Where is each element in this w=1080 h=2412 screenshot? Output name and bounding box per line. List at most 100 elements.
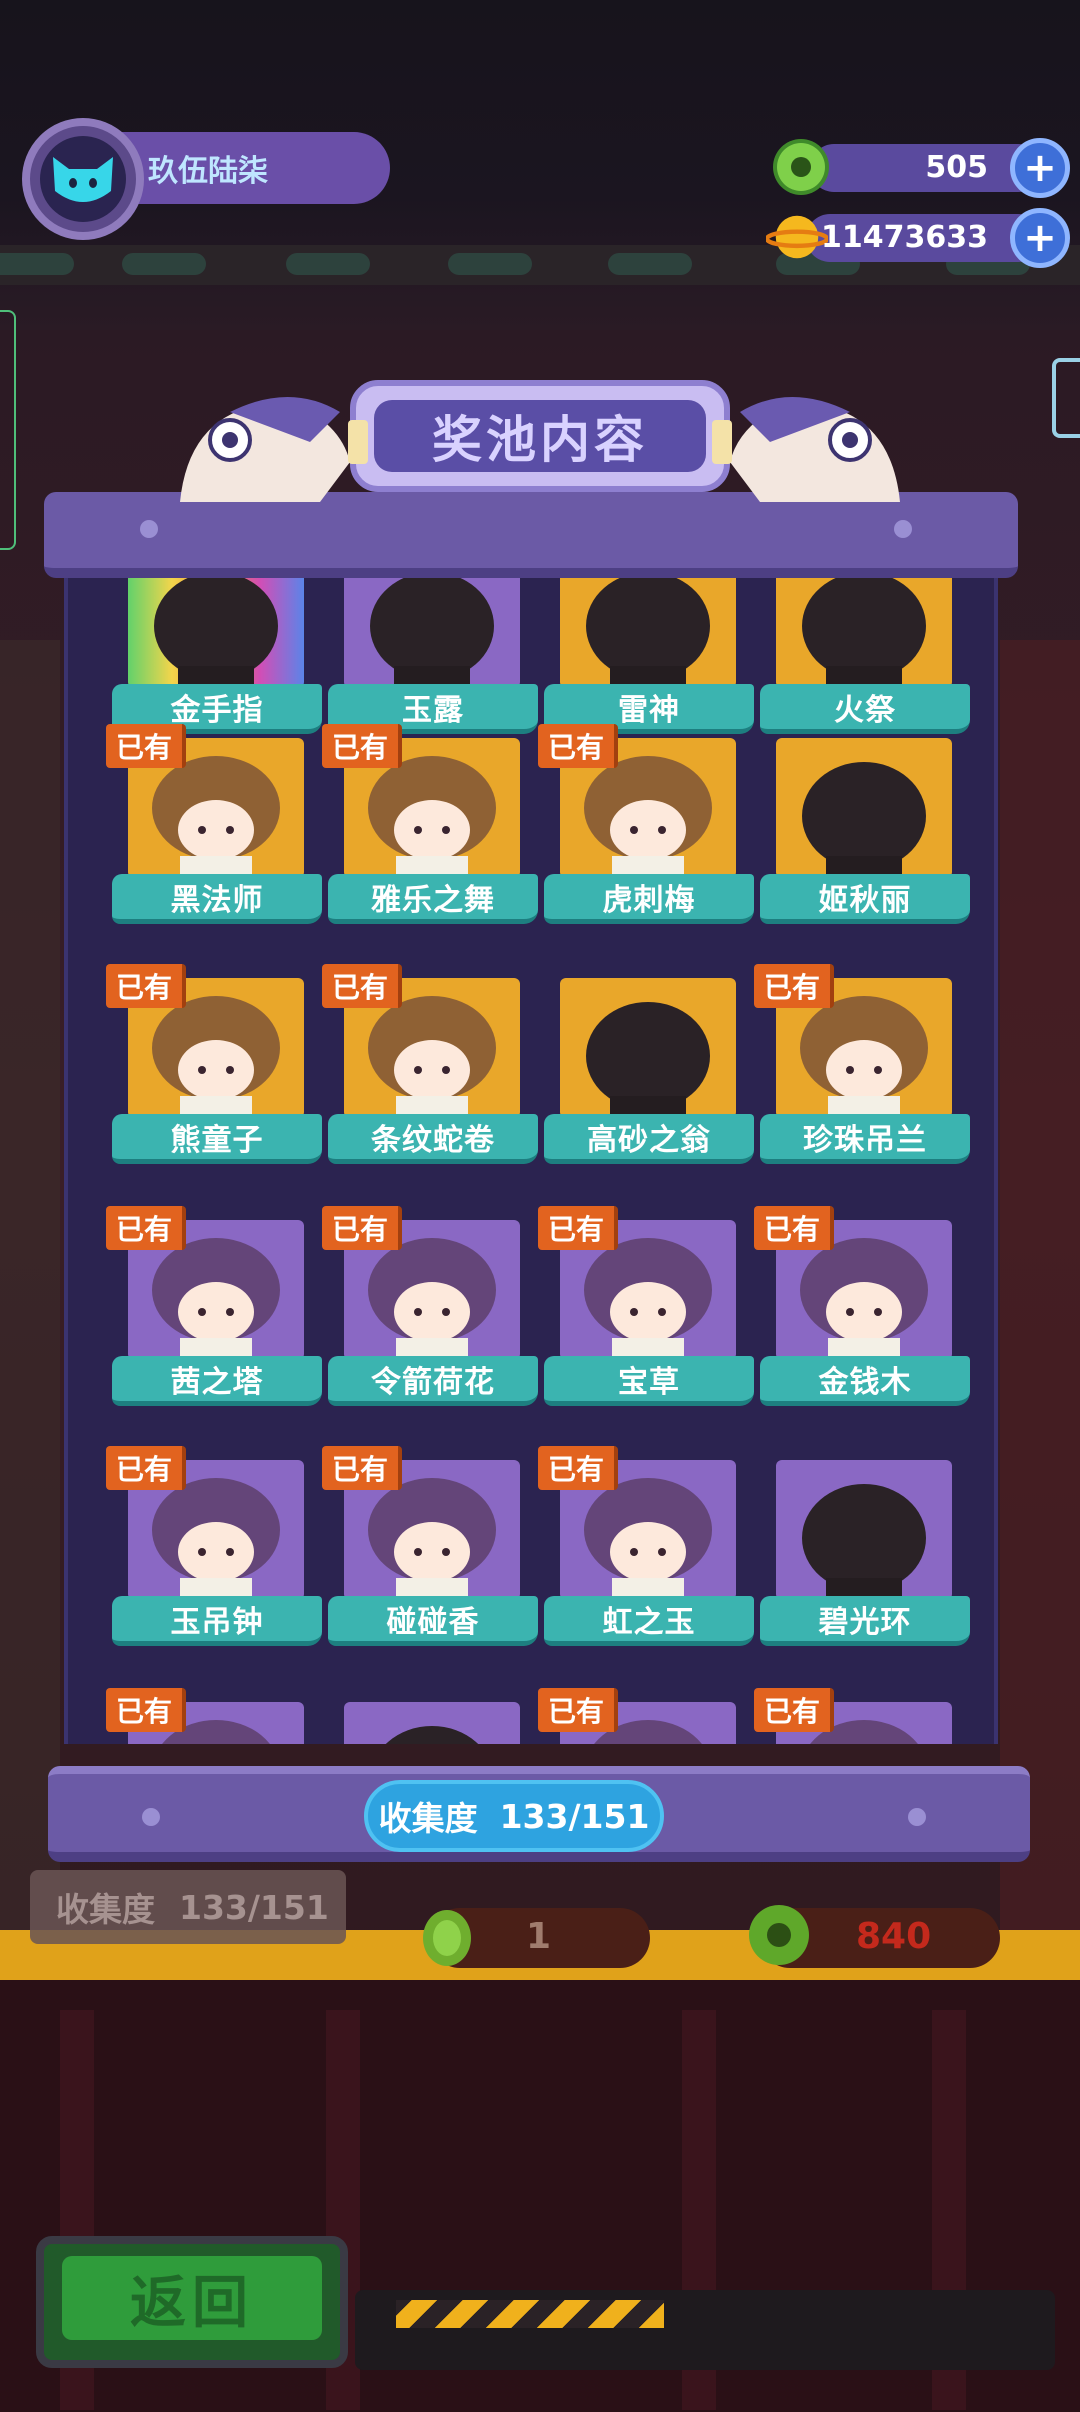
side-tab-left: [0, 310, 16, 550]
character-name-label: 碰碰香: [328, 1596, 538, 1646]
character-portrait: [128, 578, 304, 688]
owned-badge: 已有: [106, 964, 186, 1008]
character-name-label: 雅乐之舞: [328, 874, 538, 924]
prize-card[interactable]: 已有玉吊钟: [106, 1446, 322, 1660]
character-name-label: 姬秋丽: [760, 874, 970, 924]
prize-card[interactable]: 已有宝草: [538, 1206, 754, 1420]
prize-row: 已有 茜之塔 已有 令箭荷花 已有 宝草 已有 金钱木: [68, 1206, 994, 1420]
prize-card[interactable]: 已有: [538, 1688, 754, 1744]
character-name-label: 条纹蛇卷: [328, 1114, 538, 1164]
add-donut-button[interactable]: +: [1010, 138, 1070, 198]
prize-card[interactable]: 已有珍珠吊兰: [754, 964, 970, 1178]
character-name-label: 高砂之翁: [544, 1114, 754, 1164]
character-name-label: 茜之塔: [112, 1356, 322, 1406]
avatar[interactable]: [22, 118, 144, 240]
prize-card[interactable]: 已有茜之塔: [106, 1206, 322, 1420]
collection-progress: 收集度 133/151: [364, 1780, 664, 1852]
character-name-label: 令箭荷花: [328, 1356, 538, 1406]
owned-badge: 已有: [754, 1206, 834, 1250]
plant-character-icon: [802, 578, 926, 688]
fish-ornament-left-icon: [180, 397, 350, 502]
prize-card[interactable]: 已有黑法师: [106, 724, 322, 938]
background-collection-label: 收集度 133/151: [30, 1870, 346, 1944]
plant-character-icon: [802, 762, 926, 878]
share-icon[interactable]: [1052, 358, 1080, 438]
character-portrait: [344, 1702, 520, 1744]
character-portrait: [776, 738, 952, 878]
prize-row: 已有 玉吊钟 已有 碰碰香 已有 虹之玉 碧光环: [68, 1446, 994, 1660]
golden-planet-coin-icon: [766, 215, 828, 259]
character-name-label: 虹之玉: [544, 1596, 754, 1646]
plant-character-icon: [370, 578, 494, 688]
plant-character-icon: [586, 578, 710, 688]
character-name-label: 金钱木: [760, 1356, 970, 1406]
character-name-label: 黑法师: [112, 874, 322, 924]
prize-card[interactable]: 已有熊童子: [106, 964, 322, 1178]
prize-card[interactable]: 金手指: [112, 578, 322, 748]
fish-ornament-right-icon: [730, 397, 900, 502]
prize-card[interactable]: 已有虎刺梅: [538, 724, 754, 938]
character-name-label: 虎刺梅: [544, 874, 754, 924]
character-name-label: 火祭: [760, 684, 970, 734]
player-name: 玖伍陆柒: [148, 154, 268, 189]
character-portrait: [560, 978, 736, 1118]
owned-badge: 已有: [538, 1206, 618, 1250]
green-donut-coin-icon: [749, 1905, 809, 1965]
prize-row: 已有 已有 已有: [68, 1688, 994, 1744]
owned-badge: 已有: [106, 724, 186, 768]
plant-character-icon: [154, 578, 278, 688]
prize-card[interactable]: 已有碰碰香: [322, 1446, 538, 1660]
prize-card[interactable]: 已有: [754, 1688, 970, 1744]
owned-badge: 已有: [322, 964, 402, 1008]
prize-card[interactable]: 雷神: [544, 578, 754, 748]
add-planet-coin-button[interactable]: +: [1010, 208, 1070, 268]
owned-badge: 已有: [322, 1446, 402, 1490]
prize-card[interactable]: 碧光环: [760, 1460, 970, 1660]
back-button[interactable]: 返回: [36, 2236, 348, 2368]
currency-planet: 11473633 +: [766, 208, 1070, 268]
prize-card[interactable]: 高砂之翁: [544, 978, 754, 1178]
prize-row: 已有 熊童子 已有 条纹蛇卷 高砂之翁 已有 珍珠吊兰: [68, 964, 994, 1178]
plant-character-icon: [385, 1726, 479, 1744]
green-donut-coin-icon: [773, 139, 829, 195]
hazard-stripe: [396, 2300, 664, 2328]
prize-card[interactable]: 已有令箭荷花: [322, 1206, 538, 1420]
owned-badge: 已有: [538, 1446, 618, 1490]
background-price-single: 1: [423, 1908, 650, 1968]
prize-card[interactable]: 已有虹之玉: [538, 1446, 754, 1660]
prize-card[interactable]: 已有雅乐之舞: [322, 724, 538, 938]
prize-card[interactable]: 已有条纹蛇卷: [322, 964, 538, 1178]
panel-title-banner: 奖池内容: [180, 372, 900, 502]
character-name-label: 玉吊钟: [112, 1596, 322, 1646]
character-name-label: 熊童子: [112, 1114, 322, 1164]
prize-card[interactable]: 火祭: [760, 578, 970, 748]
owned-badge: 已有: [106, 1206, 186, 1250]
background-shelf-left: [0, 640, 60, 1940]
character-portrait: [776, 1460, 952, 1600]
cactus-coin-icon: [423, 1910, 471, 1966]
collection-label: 收集度: [378, 1799, 478, 1838]
owned-badge: 已有: [754, 1688, 834, 1732]
prize-card[interactable]: 玉露: [328, 578, 538, 748]
panel-title: 奖池内容: [432, 411, 648, 469]
character-name-label: 宝草: [544, 1356, 754, 1406]
prize-card[interactable]: 姬秋丽: [760, 738, 970, 938]
owned-badge: 已有: [106, 1688, 186, 1732]
owned-badge: 已有: [322, 1206, 402, 1250]
character-name-label: 碧光环: [760, 1596, 970, 1646]
player-profile[interactable]: 玖伍陆柒: [22, 118, 392, 240]
owned-badge: 已有: [538, 724, 618, 768]
prize-row: 已有 黑法师 已有 雅乐之舞 已有 虎刺梅 姬秋丽: [68, 724, 994, 938]
background-shelf-right: [1000, 640, 1080, 1940]
owned-badge: 已有: [106, 1446, 186, 1490]
prize-card[interactable]: [328, 1702, 538, 1744]
owned-badge: 已有: [754, 964, 834, 1008]
cat-avatar-icon: [53, 157, 113, 202]
prize-pool-grid[interactable]: 金手指 玉露 雷神 火祭 已有 黑法师 已有 雅乐之舞 已有 虎刺梅 姬秋丽 已有 熊童子 已有 条纹蛇卷高…: [64, 578, 998, 1744]
character-portrait: [344, 578, 520, 688]
prize-card[interactable]: 已有金钱木: [754, 1206, 970, 1420]
character-name-label: 珍珠吊兰: [760, 1114, 970, 1164]
prize-card[interactable]: 已有: [106, 1688, 322, 1744]
collection-value: 133/151: [499, 1796, 650, 1836]
owned-badge: 已有: [322, 724, 402, 768]
